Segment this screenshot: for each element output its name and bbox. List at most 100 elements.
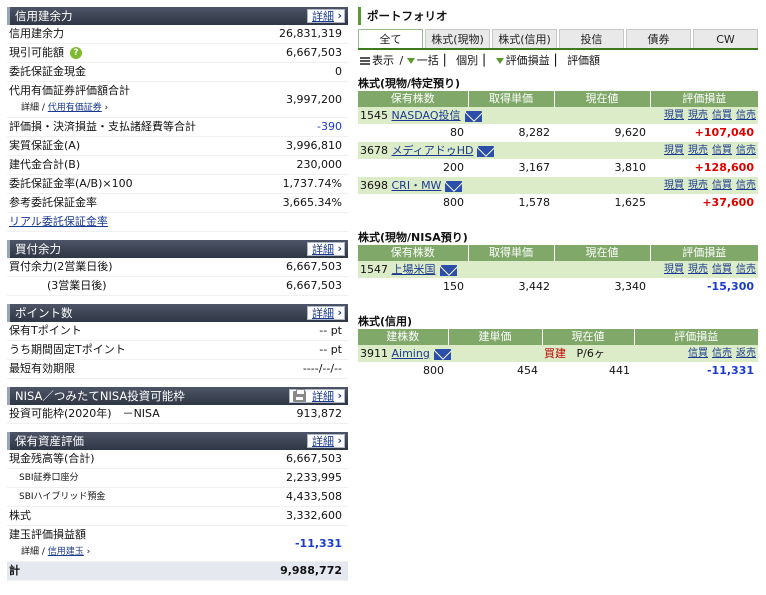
detail-link[interactable]: 詳細 <box>307 434 345 448</box>
detail-link[interactable]: 詳細 <box>307 306 345 320</box>
tab-bonds[interactable]: 債券 <box>626 29 691 48</box>
table-row: 150 3,442 3,340 -15,300 <box>443 280 754 293</box>
list-item: 買付余力(2営業日後) 6,667,503 <box>7 258 348 277</box>
view-options: 表示 / 一括 ▏ 個別 ▏ 評価損益 ▏ 評価額 <box>358 52 758 70</box>
section-title: 買付余力 <box>15 242 61 256</box>
buy-margin-link[interactable]: 信買 <box>712 180 732 191</box>
section-title: 株式(現物/NISA預り) <box>358 231 468 244</box>
sell-margin-link[interactable]: 信売 <box>712 348 732 359</box>
portfolio-title: ポートフォリオ <box>358 7 758 25</box>
detail-link[interactable]: 詳細 <box>289 389 345 403</box>
sort-pl[interactable]: 評価損益 <box>506 54 550 67</box>
section-header: ポイント数 詳細 <box>7 304 348 322</box>
list-item: 委託保証金現金 0 <box>7 63 348 82</box>
holdings-table: 保有株数 取得単価 現在値 評価損益 1545 NASDAQ投信 現買 現売 信買信… <box>358 91 758 212</box>
buy-margin-link[interactable]: 信買 <box>712 145 732 156</box>
list-item: うち期間固定Tポイント -- pt <box>7 341 348 360</box>
sell-margin-link[interactable]: 信売 <box>736 264 756 275</box>
grid-icon <box>360 57 370 65</box>
buy-cash-link[interactable]: 現買 <box>664 110 684 121</box>
buy-cash-link[interactable]: 現買 <box>664 264 684 275</box>
table-row: 3678 メディアドゥHD 現買 現売 信買 信売 <box>358 142 758 159</box>
mail-icon[interactable] <box>464 110 482 122</box>
view-individual[interactable]: 個別 <box>456 54 478 67</box>
mail-icon[interactable] <box>439 264 457 276</box>
buy-margin-link[interactable]: 信買 <box>712 264 732 275</box>
list-item: 建玉評価損益額 詳細 / 信用建玉 › -11,331 <box>7 526 348 562</box>
nisa-section: NISA／つみたてNISA投資可能枠 詳細 投資可能枠(2020年) －NISA… <box>7 387 348 424</box>
detail-link[interactable]: 詳細 <box>307 9 345 23</box>
buy-margin-link[interactable]: 信買 <box>688 348 708 359</box>
stock-link[interactable]: Aiming <box>392 347 430 360</box>
list-item: 信用建余力 26,831,319 <box>7 25 348 44</box>
list-item: 投資可能枠(2020年) －NISA 913,872 <box>7 405 348 424</box>
mail-icon[interactable] <box>433 348 451 360</box>
buy-cash-link[interactable]: 現買 <box>664 145 684 156</box>
list-item: SBIハイブリッド預金 4,433,508 <box>7 488 348 507</box>
real-margin-rate-link[interactable]: リアル委託保証金率 <box>9 213 108 231</box>
assets-section: 保有資産評価 詳細 現金残高等(合計)6,667,503 SBI証券口座分2,2… <box>7 432 348 581</box>
stock-link[interactable]: CRI・MW <box>392 179 442 192</box>
list-item: 株式 3,332,600 <box>7 507 348 526</box>
collateral-securities-link[interactable]: 代用有価証券 <box>48 103 102 113</box>
sell-margin-link[interactable]: 信売 <box>736 180 756 191</box>
portfolio-tabs: 全て 株式(現物) 株式(信用) 投信 債券 CW <box>358 29 758 50</box>
buy-margin-link[interactable]: 信買 <box>712 110 732 121</box>
sell-margin-link[interactable]: 信売 <box>736 110 756 121</box>
help-icon[interactable]: ? <box>70 47 82 59</box>
list-item: 現引可能額? 6,667,503 <box>7 44 348 63</box>
table-row: 80 8,282 9,620 +107,040 <box>450 126 754 139</box>
tab-funds[interactable]: 投信 <box>559 29 624 48</box>
position-term: P/6ヶ <box>576 347 605 360</box>
mail-icon[interactable] <box>445 180 463 192</box>
sell-cash-link[interactable]: 現売 <box>688 145 708 156</box>
section-title: 株式(信用) <box>358 315 413 328</box>
points-section: ポイント数 詳細 保有Tポイント-- pt うち期間固定Tポイント-- pt 最… <box>7 304 348 379</box>
view-label: 表示 <box>372 54 394 67</box>
tab-all[interactable]: 全て <box>358 29 423 48</box>
table-row: 200 3,167 3,810 +128,600 <box>443 161 754 174</box>
sort-value[interactable]: 評価額 <box>567 54 600 67</box>
list-item: 保有Tポイント -- pt <box>7 322 348 341</box>
margin-position-link[interactable]: 信用建玉 <box>48 547 84 557</box>
left-column: 信用建余力 詳細 信用建余力26,831,319 現引可能額?6,667,503… <box>7 7 348 589</box>
triangle-icon <box>406 58 415 64</box>
list-item: 建代金合計(B) 230,000 <box>7 156 348 175</box>
view-bulk[interactable]: 一括 <box>417 54 439 67</box>
list-item: 実質保証金(A) 3,996,810 <box>7 137 348 156</box>
list-item: 代用有価証券評価額合計 詳細 / 代用有価証券 › 3,997,200 <box>7 82 348 118</box>
buying-power-section: 買付余力 詳細 買付余力(2営業日後)6,667,503 (3営業日後)6,66… <box>7 240 348 296</box>
detail-link[interactable]: 詳細 <box>307 242 345 256</box>
list-item: SBI証券口座分 2,233,995 <box>7 469 348 488</box>
table-row: 3698 CRI・MW 現買 現売 信買 信売 <box>358 177 758 194</box>
stock-link[interactable]: メディアドゥHD <box>392 144 474 157</box>
tab-cw[interactable]: CW <box>693 29 758 48</box>
sell-cash-link[interactable]: 現売 <box>688 180 708 191</box>
holdings-table: 保有株数 取得単価 現在値 評価損益 1547 上場米国 現買 現売 信買 信売 15… <box>358 245 758 296</box>
stock-link[interactable]: NASDAQ投信 <box>392 109 461 122</box>
mail-icon[interactable] <box>477 145 495 157</box>
close-sell-link[interactable]: 返売 <box>736 348 756 359</box>
holdings-table: 建株数 建単価 現在値 評価損益 3911 Aiming 買建 P/6ヶ 信買信… <box>358 329 758 380</box>
list-item: 評価損・決済損益・支払諸経費等合計 -390 <box>7 118 348 137</box>
section-header: 保有資産評価 詳細 <box>7 432 348 450</box>
tab-stock-cash[interactable]: 株式(現物) <box>425 29 490 48</box>
total-row: 計 9,988,772 <box>7 562 348 581</box>
section-title: ポイント数 <box>15 306 73 320</box>
table-row: 1547 上場米国 現買 現売 信買 信売 <box>358 261 758 278</box>
stock-link[interactable]: 上場米国 <box>392 263 436 276</box>
list-item: 参考委託保証金率 3,665.34% <box>7 194 348 213</box>
section-title: 信用建余力 <box>15 9 73 23</box>
triangle-icon <box>495 58 504 64</box>
print-icon <box>293 389 306 402</box>
section-title: 株式(現物/特定預り) <box>358 77 461 90</box>
table-row: 800 1,578 1,625 +37,600 <box>443 196 754 209</box>
sell-cash-link[interactable]: 現売 <box>688 264 708 275</box>
position-type: 買建 <box>544 347 566 360</box>
list-item: リアル委託保証金率 <box>7 213 348 232</box>
list-item: 委託保証金率(A/B)×100 1,737.74% <box>7 175 348 194</box>
sell-margin-link[interactable]: 信売 <box>736 145 756 156</box>
sell-cash-link[interactable]: 現売 <box>688 110 708 121</box>
buy-cash-link[interactable]: 現買 <box>664 180 684 191</box>
tab-stock-margin[interactable]: 株式(信用) <box>492 29 557 48</box>
